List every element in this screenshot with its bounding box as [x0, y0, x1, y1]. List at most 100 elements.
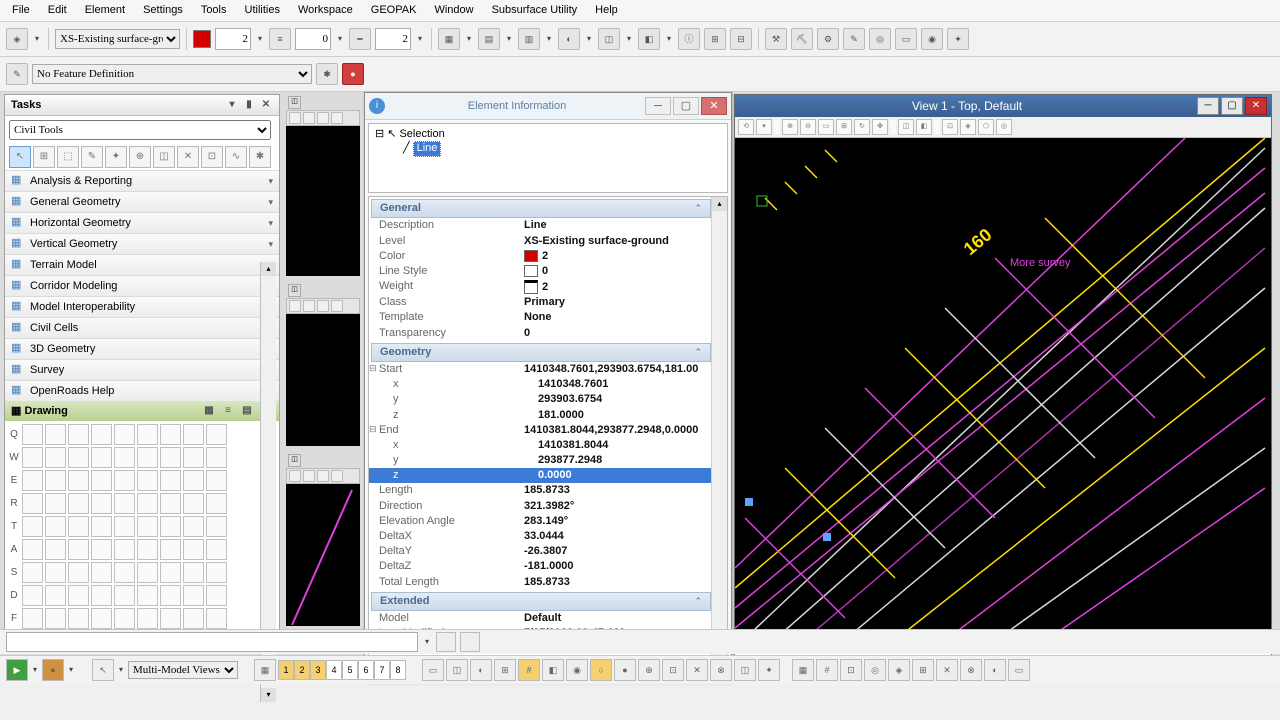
menu-edit[interactable]: Edit [40, 2, 75, 19]
tb-ic[interactable] [317, 300, 329, 312]
tool-drop-6[interactable]: ▾ [664, 29, 674, 49]
draw-tool-icon[interactable] [45, 562, 66, 583]
minimize-button[interactable]: ─ [645, 97, 671, 115]
tb-ic[interactable] [331, 470, 343, 482]
draw-tool-icon[interactable] [68, 493, 89, 514]
view-tool-icon[interactable]: ⬡ [978, 119, 994, 135]
draw-tool-icon[interactable] [45, 608, 66, 629]
prop-weight-value[interactable]: 2 [524, 280, 711, 294]
weight-value[interactable] [375, 28, 411, 50]
draw-tool-icon[interactable] [114, 424, 135, 445]
collapse-icon[interactable]: ⌃ [694, 203, 702, 214]
draw-tool-icon[interactable] [22, 470, 43, 491]
civil-icon-8[interactable]: ✦ [947, 28, 969, 50]
prop-color-value[interactable]: 2 [524, 250, 711, 263]
draw-tool-icon[interactable] [22, 585, 43, 606]
model-mode-select[interactable]: Multi-Model Views [128, 661, 238, 679]
draw-tool-icon[interactable] [68, 562, 89, 583]
prop-template-value[interactable]: None [524, 311, 711, 324]
view-tool-icon[interactable]: ◈ [960, 119, 976, 135]
tb-ic[interactable] [303, 112, 315, 124]
draw-tool-icon[interactable] [114, 447, 135, 468]
draw-tool-icon[interactable] [183, 608, 204, 629]
prop-transparency-value[interactable]: 0 [524, 327, 711, 340]
view-toggle-7[interactable]: 7 [374, 660, 390, 680]
snap-tool-icon[interactable]: ▭ [422, 659, 444, 681]
draw-tool-icon[interactable] [91, 608, 112, 629]
weight-icon[interactable]: ━ [349, 28, 371, 50]
draw-tool-icon[interactable] [206, 424, 227, 445]
draw-tool-icon[interactable] [160, 539, 181, 560]
prop-end-z-value[interactable]: 0.0000 [538, 469, 711, 482]
draw-tool-icon[interactable] [160, 470, 181, 491]
snap-tool-icon[interactable]: ● [614, 659, 636, 681]
bb-icon[interactable]: ▶ [6, 659, 28, 681]
view-tool-icon[interactable]: ⊞ [836, 119, 852, 135]
chevron-down-icon[interactable]: ▾ [268, 218, 273, 229]
view-tool-icon[interactable]: ▾ [756, 119, 772, 135]
menu-utilities[interactable]: Utilities [237, 2, 288, 19]
draw-tool-icon[interactable] [137, 424, 158, 445]
models-icon[interactable]: ◈ [6, 28, 28, 50]
draw-tool-icon[interactable] [22, 539, 43, 560]
task-group-horizontal-geometry[interactable]: ▦Horizontal Geometry▾ [5, 212, 279, 233]
chevron-down-icon[interactable]: ▾ [268, 239, 273, 250]
task-group-terrain-model[interactable]: ▦Terrain Model▾ [5, 254, 279, 275]
draw-tool-icon[interactable] [114, 585, 135, 606]
draw-tool-icon[interactable] [68, 516, 89, 537]
snap-tool-icon[interactable]: ⊞ [912, 659, 934, 681]
bb-icon[interactable]: ▦ [254, 659, 276, 681]
bb-drop[interactable]: ▾ [30, 660, 40, 680]
task-group-vertical-geometry[interactable]: ▦Vertical Geometry▾ [5, 233, 279, 254]
prop-elevangle-value[interactable]: 283.149° [524, 515, 711, 528]
tool-icon[interactable]: ✱ [249, 146, 271, 168]
keyin-input[interactable] [6, 632, 418, 652]
snap-tool-icon[interactable]: ⊞ [494, 659, 516, 681]
draw-tool-icon[interactable] [114, 608, 135, 629]
draw-tool-icon[interactable] [91, 424, 112, 445]
tasks-close-icon[interactable]: ✕ [259, 98, 273, 112]
tool-drop-3[interactable]: ▾ [544, 29, 554, 49]
tool-icon-5[interactable]: ◫ [598, 28, 620, 50]
civil-icon-3[interactable]: ⚙ [817, 28, 839, 50]
draw-tool-icon[interactable] [206, 562, 227, 583]
draw-tool-icon[interactable] [45, 493, 66, 514]
tb-ic[interactable] [331, 300, 343, 312]
draw-tool-icon[interactable] [114, 493, 135, 514]
draw-tool-icon[interactable] [183, 470, 204, 491]
tool-icon[interactable]: ▦ [438, 28, 460, 50]
tool-icon-4[interactable]: ◐ [558, 28, 580, 50]
tool-icon-6[interactable]: ◧ [638, 28, 660, 50]
view-tool-icon[interactable]: ✥ [872, 119, 888, 135]
draw-tool-icon[interactable] [45, 424, 66, 445]
draw-tool-icon[interactable] [206, 470, 227, 491]
draw-tool-icon[interactable] [137, 470, 158, 491]
chevron-down-icon[interactable]: ▾ [268, 197, 273, 208]
snap-tool-icon[interactable]: ⊕ [638, 659, 660, 681]
tb-ic[interactable] [289, 300, 301, 312]
draw-tool-icon[interactable] [137, 516, 158, 537]
draw-tool-icon[interactable] [91, 447, 112, 468]
tool-icon[interactable]: ⊞ [33, 146, 55, 168]
feature-tool-2[interactable]: ● [342, 63, 364, 85]
tree-expander-icon[interactable]: ⊟ [375, 128, 384, 141]
tb-ic[interactable] [317, 470, 329, 482]
keyin-tool-icon[interactable] [460, 632, 480, 652]
draw-tool-icon[interactable] [68, 424, 89, 445]
draw-tool-icon[interactable] [91, 539, 112, 560]
keyin-drop[interactable]: ▾ [422, 632, 432, 652]
main-view-canvas[interactable]: 160 More survey [735, 138, 1271, 653]
civil-icon-2[interactable]: ⛏ [791, 28, 813, 50]
tool-icon-8[interactable]: ⊟ [730, 28, 752, 50]
prop-end-y-value[interactable]: 293877.2948 [538, 454, 711, 467]
draw-tool-icon[interactable] [91, 493, 112, 514]
snap-tool-icon[interactable]: ◫ [734, 659, 756, 681]
expander-icon[interactable]: ⊟ [369, 363, 379, 376]
tasks-pin-icon[interactable]: ▮ [242, 98, 256, 112]
view-toggle-2[interactable]: 2 [294, 660, 310, 680]
civil-icon-7[interactable]: ◉ [921, 28, 943, 50]
collapse-icon[interactable]: ⌃ [694, 347, 702, 358]
prop-start-value[interactable]: 1410348.7601,293903.6754,181.00 [524, 363, 711, 376]
prop-deltay-value[interactable]: -26.3807 [524, 545, 711, 558]
draw-tool-icon[interactable] [68, 470, 89, 491]
